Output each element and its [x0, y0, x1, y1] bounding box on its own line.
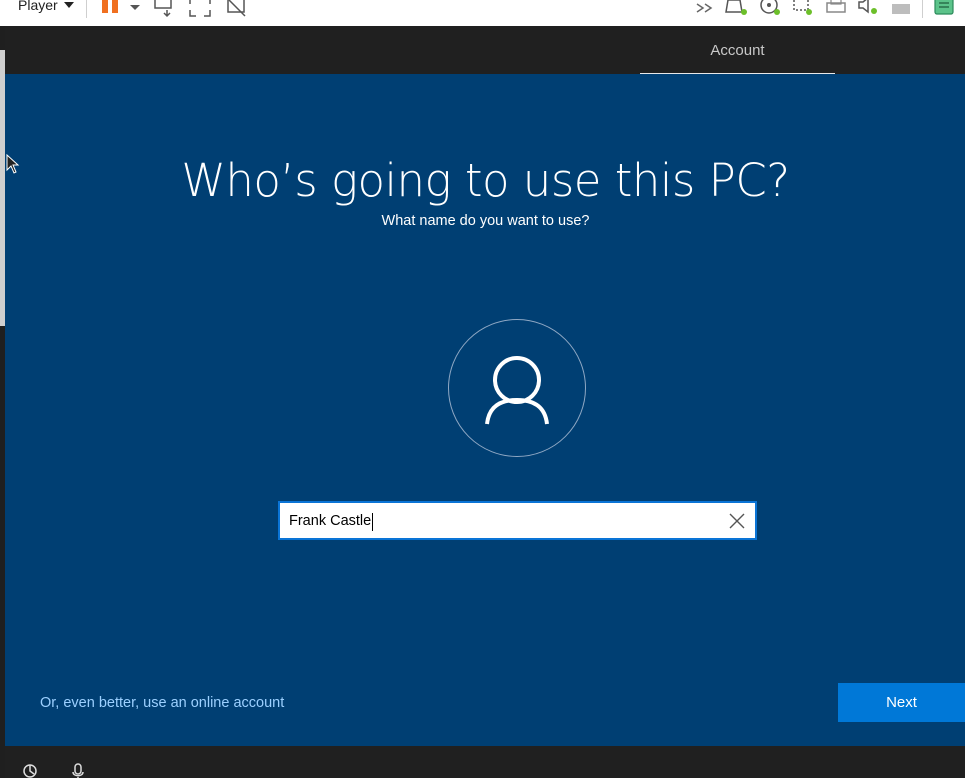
pause-icon[interactable]: [100, 0, 120, 18]
oobe-screen: Who’s going to use this PC? What name do…: [5, 74, 965, 746]
page-title: Who’s going to use this PC?: [181, 154, 790, 207]
printer-icon[interactable]: [824, 0, 848, 18]
microphone-icon[interactable]: [69, 762, 87, 778]
hard-disk-icon[interactable]: [724, 0, 750, 18]
oobe-bottom-bar: [5, 746, 965, 778]
fullscreen-icon[interactable]: [187, 0, 213, 18]
name-input[interactable]: [289, 503, 709, 538]
tab-account: Account: [640, 26, 835, 75]
chevron-down-icon[interactable]: [128, 0, 142, 18]
tab-account-label: Account: [710, 42, 765, 59]
online-account-link[interactable]: Or, even better, use an online account: [40, 695, 284, 711]
network-icon[interactable]: [791, 0, 817, 18]
text-caret: [372, 513, 373, 531]
clear-icon[interactable]: [725, 509, 749, 533]
usb-icon[interactable]: [890, 0, 912, 18]
player-menu[interactable]: Player: [18, 0, 74, 13]
ease-of-access-icon[interactable]: [21, 762, 39, 778]
cd-drive-icon[interactable]: [758, 0, 784, 18]
user-icon: [485, 356, 549, 425]
vm-toolbar: Player: [0, 0, 965, 26]
sound-icon[interactable]: [857, 0, 881, 18]
player-menu-label: Player: [18, 0, 58, 13]
next-button[interactable]: Next: [838, 683, 965, 722]
toolbar-divider: [86, 0, 87, 18]
unity-icon[interactable]: [224, 0, 250, 18]
notes-icon[interactable]: [933, 0, 957, 18]
send-keys-icon[interactable]: [152, 0, 178, 18]
page-subtitle: What name do you want to use?: [381, 213, 590, 229]
mouse-pointer-icon: [6, 154, 20, 174]
more-icon[interactable]: [695, 0, 717, 18]
toolbar-divider: [922, 0, 923, 18]
name-field[interactable]: [278, 501, 757, 540]
chevron-down-icon: [63, 2, 74, 8]
avatar: [448, 319, 586, 457]
